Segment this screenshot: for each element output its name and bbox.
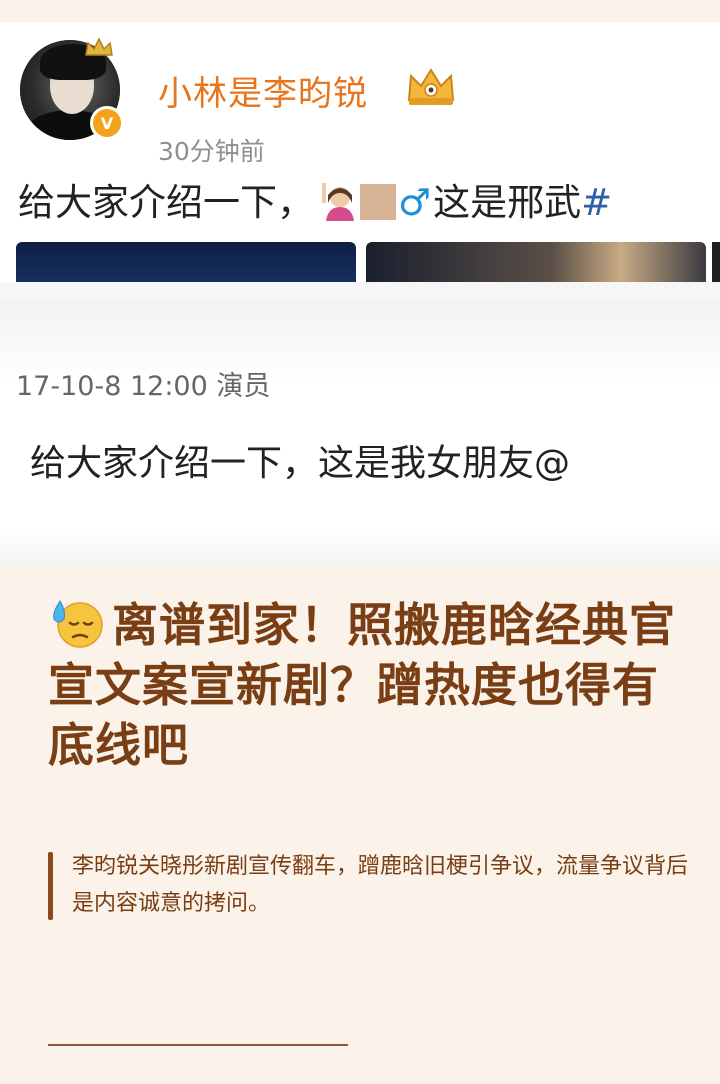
old-post-screenshot: 17-10-8 12:00 演员 给大家介绍一下，这是我女朋友@ bbox=[0, 282, 720, 565]
verified-badge-icon: V bbox=[90, 106, 124, 140]
downcast-face-with-sweat-icon bbox=[53, 600, 103, 648]
headline: 离谱到家！照搬鹿晗经典官宣文案宣新剧？蹭热度也得有底线吧 bbox=[48, 595, 678, 775]
post-text: 给大家介绍一下， ♂这是邢武# bbox=[18, 172, 612, 226]
hashtag-start[interactable]: # bbox=[581, 181, 612, 224]
username[interactable]: 小林是李昀锐 bbox=[158, 66, 368, 115]
skin-tone-square bbox=[360, 184, 396, 220]
person-raising-hand-emoji bbox=[322, 183, 354, 221]
article-card: 离谱到家！照搬鹿晗经典官宣文案宣新剧？蹭热度也得有底线吧 李昀锐关晓彤新剧宣传翻… bbox=[0, 565, 720, 1084]
crown-icon bbox=[407, 68, 455, 105]
post-image-right[interactable] bbox=[366, 242, 706, 282]
top-strip bbox=[0, 0, 720, 22]
post-image-edge bbox=[712, 242, 720, 282]
post-text-before: 给大家介绍一下， bbox=[18, 181, 314, 224]
male-sign-icon: ♂ bbox=[398, 181, 432, 224]
post-text-after: 这是邢武 bbox=[433, 181, 582, 224]
old-post-date: 17-10-8 12:00 演员 bbox=[16, 371, 271, 402]
screenshot-image: V 小林是李昀锐 30分钟前 给大家介绍一下， ♂这是邢武# 17-10-8 1… bbox=[0, 0, 720, 565]
headline-text: 离谱到家！照搬鹿晗经典官宣文案宣新剧？蹭热度也得有底线吧 bbox=[48, 598, 676, 772]
post-timestamp: 30分钟前 bbox=[158, 137, 265, 166]
post-image-left[interactable] bbox=[16, 242, 356, 282]
summary-text: 李昀锐关晓彤新剧宣传翻车，蹭鹿晗旧梗引争议，流量争议背后是内容诚意的拷问。 bbox=[72, 854, 689, 916]
avatar-crown-icon bbox=[85, 37, 113, 56]
summary-accent-bar bbox=[48, 852, 53, 920]
bottom-divider bbox=[48, 1044, 348, 1046]
old-post-text: 给大家介绍一下，这是我女朋友@ bbox=[30, 443, 571, 484]
